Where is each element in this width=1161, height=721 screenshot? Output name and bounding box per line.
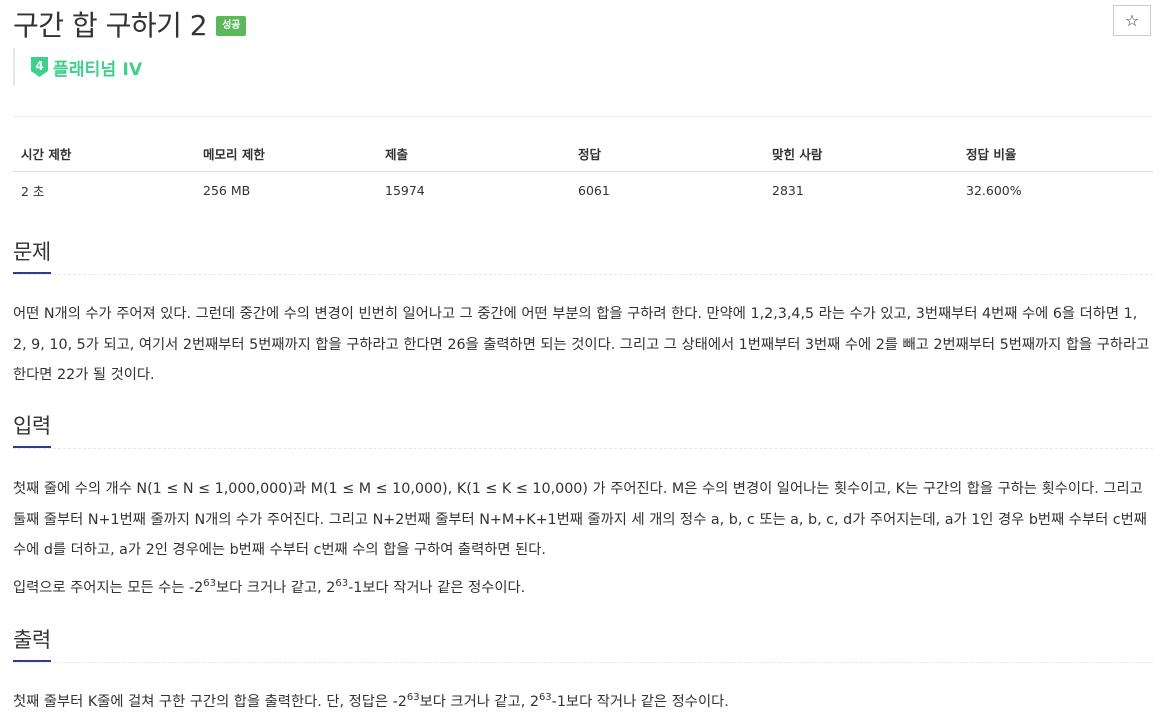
table-header-row: 시간 제한 메모리 제한 제출 정답 맞힌 사람 정답 비율 [13,135,1153,172]
tier-link[interactable]: 플래티넘 IV [53,55,142,80]
description-text: 어떤 N개의 수가 주어져 있다. 그런데 중간에 수의 변경이 빈번히 일어나… [13,306,1150,383]
submissions-value[interactable]: 15974 [377,172,570,209]
tier-row: 4 플래티넘 IV [13,48,142,86]
input-text: 첫째 줄에 수의 개수 N(1 ≤ N ≤ 1,000,000)과 M(1 ≤ … [13,481,1147,558]
problem-info-table: 시간 제한 메모리 제한 제출 정답 맞힌 사람 정답 비율 2 초 256 M… [13,135,1153,208]
input-range-text: 입력으로 주어지는 모든 수는 -263보다 크거나 같고, 263-1보다 작… [13,578,526,596]
output-section-header: 출력 [13,624,1153,663]
input-section-header: 입력 [13,410,1153,449]
status-badge: 성공 [216,16,247,36]
table-row: 2 초 256 MB 15974 6061 2831 32.600% [13,172,1153,209]
favorite-button[interactable]: ☆ [1113,5,1151,36]
time-limit-value: 2 초 [21,183,45,199]
accepted-value[interactable]: 6061 [570,172,764,209]
description-section-header: 문제 [13,236,1153,275]
description-title: 문제 [13,236,51,274]
input-title: 입력 [13,410,51,448]
problem-title: 구간 합 구하기 2 [13,9,208,42]
header-accepted: 정답 [570,135,764,172]
platinum-tier-icon: 4 [31,57,48,77]
divider [13,116,1153,117]
header-submissions: 제출 [377,135,570,172]
output-title: 출력 [13,624,51,662]
header-memory-limit: 메모리 제한 [195,135,377,172]
header-time-limit: 시간 제한 [13,135,195,172]
header-solved-users: 맞힌 사람 [764,135,958,172]
memory-limit-value: 256 MB [203,182,251,198]
star-icon: ☆ [1124,11,1140,30]
accept-ratio-value: 32.600% [966,182,1022,198]
solved-users-value[interactable]: 2831 [764,172,958,209]
header-accept-ratio: 정답 비율 [958,135,1153,172]
output-text: 첫째 줄부터 K줄에 걸쳐 구한 구간의 합을 출력한다. 단, 정답은 -26… [13,692,729,710]
tier-number: 4 [35,59,43,73]
title-row: 구간 합 구하기 2 성공 [13,4,247,44]
